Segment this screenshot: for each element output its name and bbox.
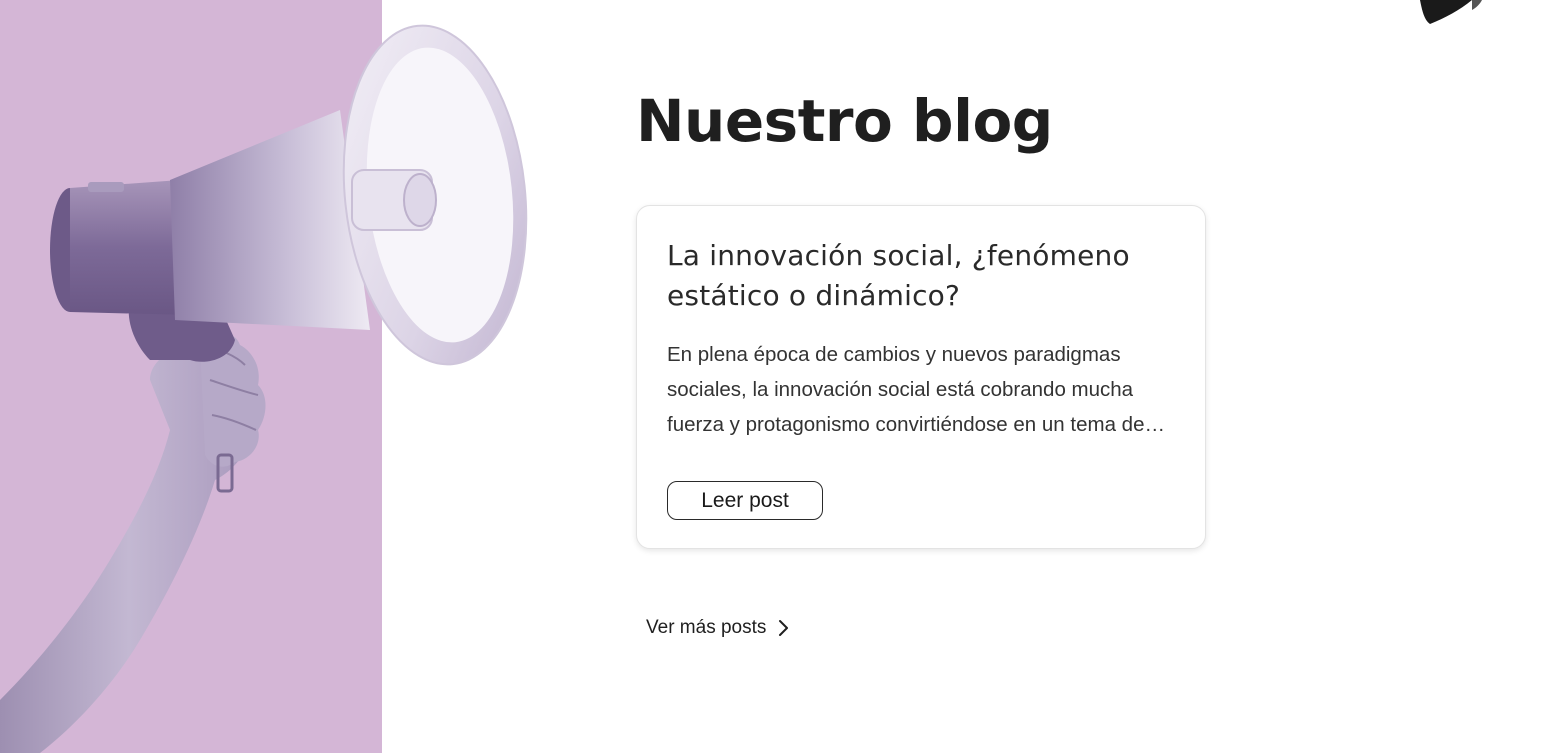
- megaphone-illustration: [0, 24, 528, 753]
- blog-section: Nuestro blog La innovación social, ¿fenó…: [0, 0, 1553, 753]
- corner-shape-decoration: [1420, 0, 1482, 24]
- post-excerpt: En plena época de cambios y nuevos parad…: [667, 343, 1145, 436]
- read-post-button[interactable]: Leer post: [667, 481, 823, 520]
- post-card: La innovación social, ¿fenómeno estático…: [636, 205, 1206, 549]
- chevron-right-icon: [779, 620, 789, 636]
- post-title[interactable]: La innovación social, ¿fenómeno estático…: [667, 236, 1175, 316]
- blog-title: Nuestro blog: [636, 87, 1053, 155]
- more-posts-label: Ver más posts: [646, 617, 767, 638]
- more-posts-link[interactable]: Ver más posts: [646, 617, 790, 639]
